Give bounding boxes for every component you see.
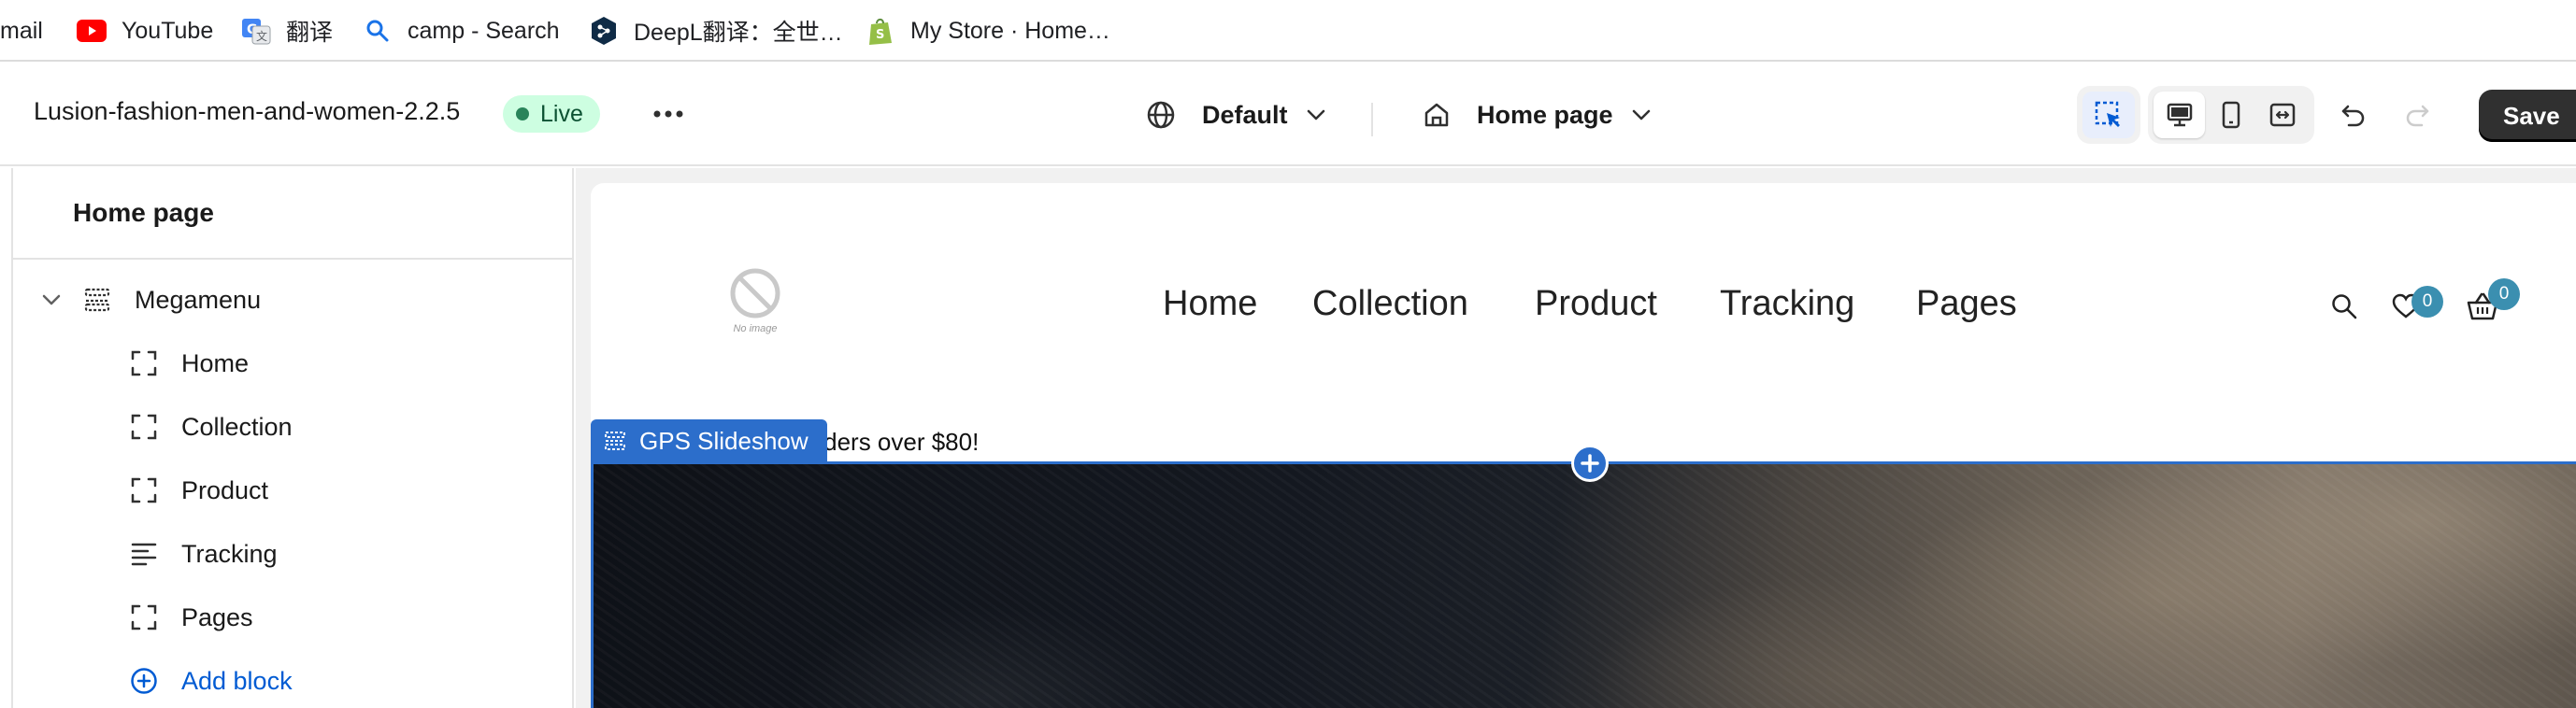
block-icon — [129, 475, 159, 505]
bookmark-camp-search[interactable]: camp - Search — [363, 0, 560, 62]
block-icon — [129, 412, 159, 442]
plus-circle-icon — [129, 666, 159, 696]
sidebar-divider — [13, 258, 572, 260]
live-status-badge: Live — [503, 95, 600, 133]
fullwidth-view-button[interactable] — [2257, 92, 2309, 138]
store-search-button[interactable] — [2326, 288, 2363, 325]
save-button[interactable]: Save — [2479, 90, 2576, 142]
header-layout-icon — [82, 285, 112, 315]
plus-icon — [1581, 454, 1599, 473]
bookmark-my-store[interactable]: S My Store · Home… — [866, 0, 1110, 62]
bookmarks-bar: mail YouTube G文 翻译 camp - Search DeepL翻译… — [0, 0, 2576, 62]
hero-texture — [594, 464, 2576, 708]
nav-link-pages[interactable]: Pages — [1916, 284, 2017, 324]
svg-text:S: S — [876, 28, 884, 42]
bookmark-deepl[interactable]: DeepL翻译：全世… — [589, 0, 843, 62]
block-item-product[interactable]: Product — [129, 467, 268, 514]
section-layout-icon — [604, 431, 626, 451]
mobile-icon — [2222, 101, 2240, 129]
translate-icon: G文 — [241, 16, 271, 46]
home-icon — [1423, 101, 1451, 129]
youtube-icon — [77, 16, 107, 46]
undo-icon — [2341, 105, 2365, 127]
announcement-text: orders over $80! — [802, 428, 980, 456]
undo-button[interactable] — [2329, 92, 2376, 138]
shopify-icon: S — [866, 16, 895, 46]
text-lines-icon — [129, 539, 159, 569]
no-image-icon — [730, 268, 780, 319]
search-icon — [363, 16, 393, 46]
slideshow-hero-image[interactable] — [591, 461, 2576, 708]
add-section-button[interactable] — [1571, 445, 1609, 482]
page-selector[interactable]: Home page — [1423, 92, 1651, 138]
nav-link-home[interactable]: Home — [1163, 284, 1257, 324]
chevron-down-icon — [1307, 109, 1325, 120]
svg-text:文: 文 — [256, 29, 267, 43]
inspector-button[interactable] — [2082, 92, 2135, 138]
mobile-view-button[interactable] — [2205, 92, 2256, 138]
selected-section-tag[interactable]: GPS Slideshow — [591, 419, 827, 462]
block-item-home[interactable]: Home — [129, 340, 249, 387]
editor-topbar: Lusion-fashion-men-and-women-2.2.5 Live … — [0, 64, 2576, 166]
chevron-down-icon — [41, 285, 62, 315]
topbar-divider — [1371, 103, 1373, 136]
sidebar-title: Home page — [73, 198, 214, 227]
more-actions-button[interactable] — [649, 95, 688, 133]
sections-sidebar: Home page Megamenu Home Collection Produ… — [0, 168, 574, 708]
inspector-toggle-group — [2077, 86, 2140, 144]
cart-count-badge: 0 — [2488, 278, 2520, 310]
desktop-icon — [2167, 103, 2192, 127]
block-icon — [129, 602, 159, 632]
select-cursor-icon — [2095, 101, 2120, 127]
sidebar-left-border — [11, 168, 13, 708]
section-megamenu[interactable]: Megamenu — [41, 276, 261, 323]
wishlist-count-badge: 0 — [2411, 286, 2443, 318]
redo-icon — [2406, 105, 2429, 127]
nav-link-collection[interactable]: Collection — [1312, 284, 1468, 324]
add-block-button[interactable]: Add block — [129, 658, 293, 704]
block-item-tracking[interactable]: Tracking — [129, 531, 278, 577]
template-selector[interactable]: Default — [1146, 92, 1325, 138]
bookmark-translate[interactable]: G文 翻译 — [241, 0, 333, 62]
theme-name: Lusion-fashion-men-and-women-2.2.5 — [34, 97, 461, 125]
desktop-view-button[interactable] — [2154, 92, 2206, 138]
live-dot-icon — [516, 107, 529, 120]
nav-link-tracking[interactable]: Tracking — [1720, 284, 1854, 324]
bookmark-youtube[interactable]: YouTube — [77, 0, 213, 62]
block-item-pages[interactable]: Pages — [129, 594, 253, 641]
block-icon — [129, 348, 159, 378]
store-logo-placeholder[interactable]: No image — [720, 267, 791, 351]
bookmark-mail[interactable]: mail — [0, 0, 43, 62]
expand-width-icon — [2270, 103, 2296, 127]
globe-icon — [1146, 100, 1176, 130]
section-megamenu-label: Megamenu — [135, 285, 262, 314]
block-item-collection[interactable]: Collection — [129, 404, 293, 450]
redo-button[interactable] — [2395, 92, 2441, 138]
deepl-icon — [589, 16, 619, 46]
ellipsis-icon — [653, 110, 683, 118]
viewport-toggle-group — [2148, 86, 2314, 144]
chevron-down-icon — [1632, 109, 1651, 120]
nav-link-product[interactable]: Product — [1535, 284, 1657, 324]
search-icon — [2332, 294, 2357, 319]
